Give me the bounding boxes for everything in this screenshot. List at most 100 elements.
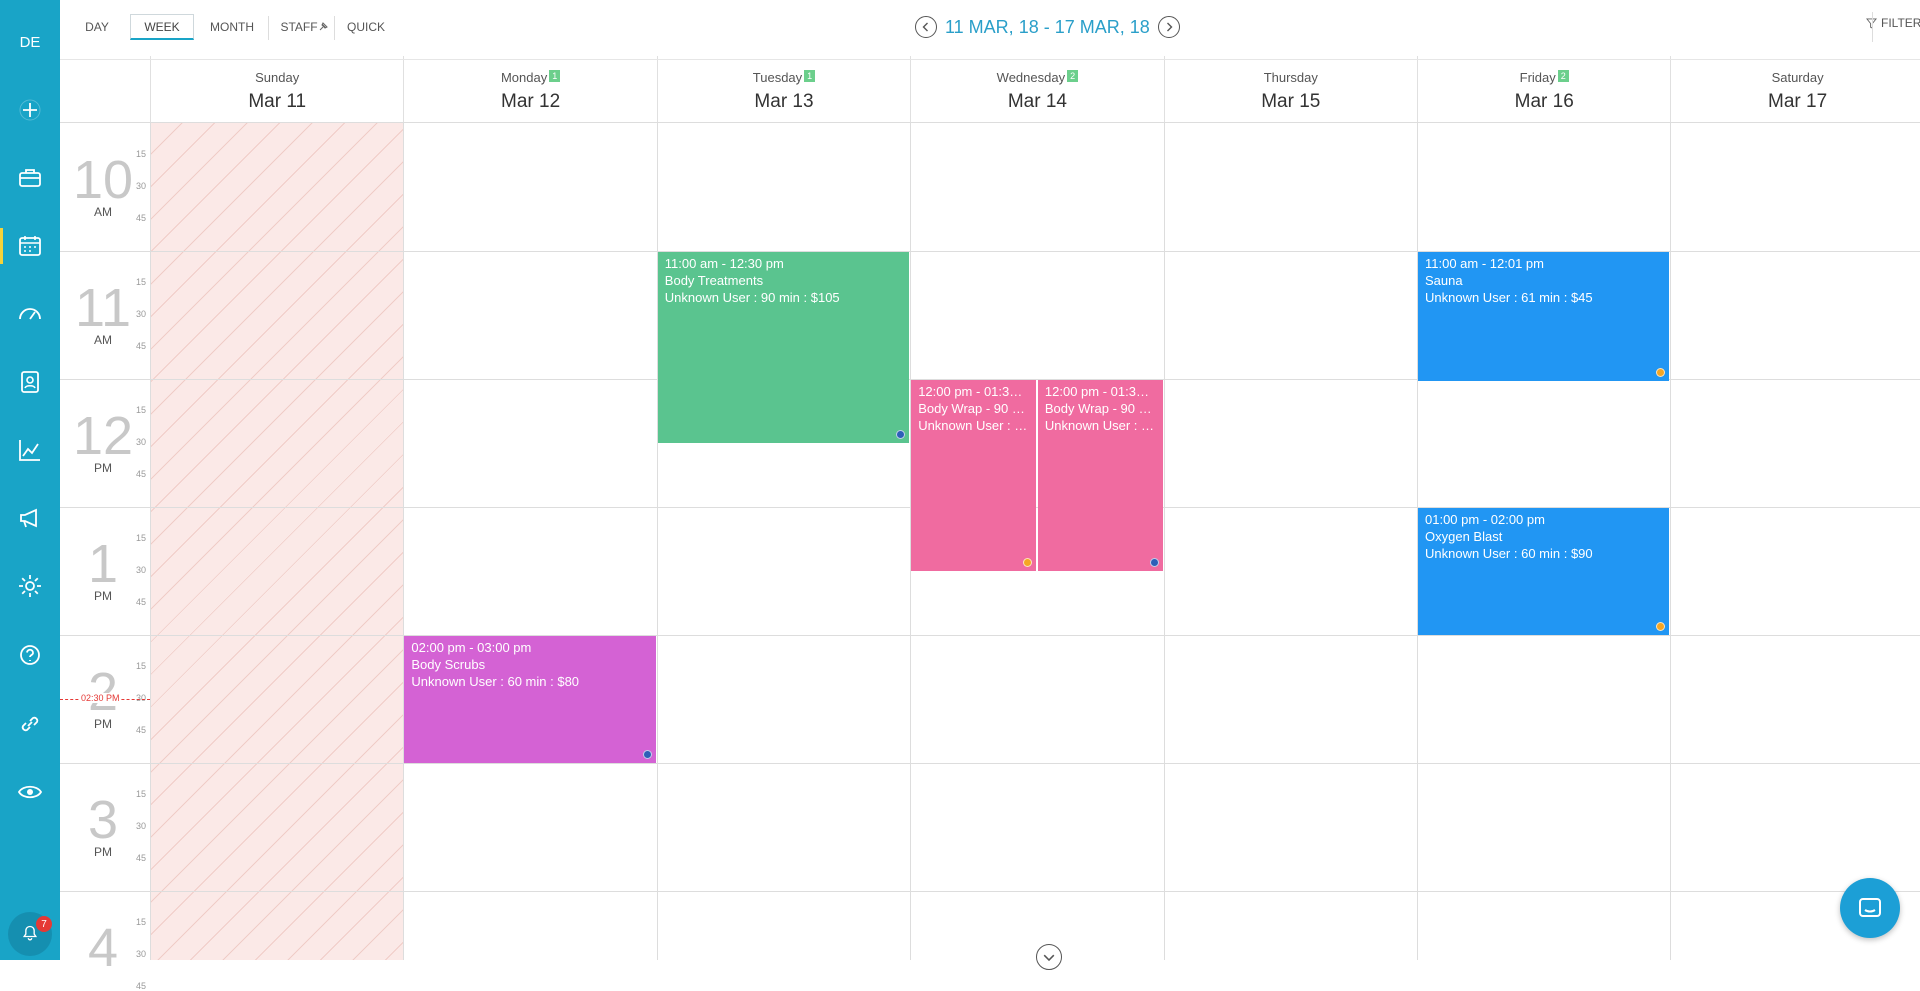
appointment-event[interactable]: 12:00 pm - 01:30 pm Body Wrap - 90 min Unk… [911, 380, 1036, 571]
date-range-label: 11 MAR, 18 - 17 MAR, 18 [945, 16, 1150, 37]
sidebar-item-megaphone[interactable] [0, 496, 60, 540]
event-time: 02:00 pm - 03:00 pm [411, 640, 532, 655]
briefcase-icon [19, 169, 41, 187]
minute-tick: 30 [136, 309, 147, 319]
hour-label: 1 PM [68, 537, 138, 603]
appointment-event[interactable]: 01:00 pm - 02:00 pm Oxygen Blast Unknown U… [1418, 508, 1670, 635]
event-service: Sauna [1425, 273, 1463, 288]
chevron-down-icon [1043, 954, 1055, 962]
appointment-count-badge: 2 [1067, 70, 1079, 82]
toolbar-divider [1872, 12, 1873, 42]
event-detail: Unknown User : 90 min [918, 418, 1029, 433]
staff-button[interactable]: STAFF [278, 14, 330, 40]
event-detail: Unknown User : 60 min : $80 [411, 674, 580, 689]
sidebar: DE 7 [0, 0, 60, 960]
hour-label: 3 PM [68, 793, 138, 859]
day-date: Mar 15 [1261, 91, 1321, 112]
status-dot [896, 430, 906, 439]
status-dot [1656, 622, 1666, 631]
minute-tick: 45 [136, 213, 147, 223]
hour-label: 4 [68, 918, 138, 978]
scroll-down-button[interactable] [1036, 944, 1062, 970]
pin-icon [319, 22, 328, 31]
help-icon [20, 645, 40, 665]
day-name: Saturday [1671, 70, 1920, 85]
day-header-wednesday[interactable]: Wednesday 2 Mar 14 [910, 56, 1163, 122]
day-name-label: Sunday [255, 70, 300, 85]
minute-tick: 30 [136, 181, 147, 191]
chat-button[interactable] [1840, 878, 1900, 938]
appointment-event[interactable]: 12:00 pm - 01:30 pm Body Wrap - 90 min Unk… [1037, 380, 1163, 571]
sidebar-item-chart[interactable] [0, 428, 60, 472]
event-service: Body Treatments [664, 273, 764, 288]
hour-period: PM [94, 717, 112, 731]
quick-button[interactable]: QUICK [342, 14, 390, 40]
day-header-sunday[interactable]: Sunday Mar 11 [150, 56, 403, 122]
day-name: Thursday [1165, 70, 1417, 85]
user-avatar[interactable]: DE [6, 18, 54, 66]
day-name: Tuesday 1 [658, 70, 910, 85]
day-date: Mar 11 [248, 91, 307, 112]
event-detail: Unknown User : 90 min [1044, 418, 1156, 433]
minute-tick: 45 [136, 725, 147, 735]
view-week-button[interactable]: WEEK [130, 14, 194, 40]
filter-button[interactable]: FILTER [1866, 16, 1920, 30]
day-header-thursday[interactable]: Thursday Mar 15 [1163, 56, 1417, 122]
day-header-monday[interactable]: Monday 1 Mar 12 [403, 56, 656, 122]
next-week-button[interactable] [1157, 16, 1180, 38]
appointment-event[interactable]: 11:00 am - 12:30 pm Body Treatments Unknow… [657, 252, 910, 443]
sidebar-item-plus[interactable] [0, 88, 60, 132]
sidebar-item-contacts[interactable] [0, 360, 60, 404]
day-name-label: Wednesday [996, 70, 1066, 85]
appointment-event[interactable]: 11:00 am - 12:01 pm Sauna Unknown User : 6… [1418, 252, 1670, 382]
minute-tick: 45 [136, 597, 147, 607]
sidebar-item-dashboard[interactable] [0, 292, 60, 336]
hour-number: 3 [87, 790, 119, 850]
day-divider [403, 123, 405, 960]
day-divider [656, 123, 658, 960]
day-name: Friday 2 [1418, 70, 1670, 85]
minute-tick: 45 [136, 981, 147, 991]
event-service: Body Wrap - 90 min [918, 401, 1029, 416]
event-time: 01:00 pm - 02:00 pm [1425, 512, 1545, 527]
link-icon [21, 716, 39, 732]
event-service: Body Wrap - 90 min [1044, 401, 1156, 416]
appointment-count-badge: 1 [549, 70, 561, 82]
sidebar-item-gear[interactable] [0, 564, 60, 608]
event-detail: Unknown User : 60 min : $90 [1425, 546, 1593, 561]
sidebar-item-calendar[interactable] [0, 224, 60, 268]
minute-tick: 30 [136, 693, 147, 703]
prev-week-button[interactable] [915, 16, 937, 38]
day-header-friday[interactable]: Friday 2 Mar 16 [1417, 56, 1670, 122]
date-navigator: 11 MAR, 18 - 17 MAR, 18 [915, 12, 1180, 42]
sidebar-item-eye[interactable] [0, 770, 60, 814]
sidebar-item-briefcase[interactable] [0, 156, 60, 200]
minute-tick: 45 [136, 853, 147, 863]
toolbar: DAY WEEK MONTH STAFF QUICK 11 MAR, 18 - … [60, 0, 1920, 56]
minute-tick: 30 [136, 949, 147, 959]
chart-icon [19, 440, 40, 461]
view-month-button[interactable]: MONTH [204, 14, 260, 40]
status-dot [642, 750, 652, 759]
event-service: Body Scrubs [411, 657, 486, 672]
event-detail: Unknown User : 61 min : $45 [1425, 290, 1593, 305]
hour-number: 11 [74, 278, 132, 338]
status-dot [1149, 558, 1159, 567]
day-date: Mar 16 [1514, 91, 1574, 112]
day-header-tuesday[interactable]: Tuesday 1 Mar 13 [656, 56, 910, 122]
staff-label: STAFF [280, 20, 318, 34]
sidebar-item-help[interactable] [0, 634, 60, 678]
appointment-event[interactable]: 02:00 pm - 03:00 pm Body Scrubs Unknown Us… [404, 636, 656, 763]
day-header-saturday[interactable]: Saturday Mar 17 [1670, 56, 1920, 122]
day-date: Mar 12 [501, 91, 561, 112]
calendar-grid: 10 AM 15 30 45 11 AM 15 30 45 12 PM 15 30 45 1 PM 15 30 45 2… [60, 123, 1920, 991]
hour-number: 4 [87, 918, 119, 978]
minute-tick: 15 [136, 149, 147, 159]
minute-tick: 30 [136, 821, 147, 831]
day-name-label: Saturday [1771, 70, 1824, 85]
sidebar-item-link[interactable] [0, 702, 60, 746]
hour-line [60, 763, 1920, 764]
hour-number: 12 [72, 406, 134, 466]
day-name-label: Monday [500, 70, 548, 85]
view-day-button[interactable]: DAY [74, 14, 120, 40]
